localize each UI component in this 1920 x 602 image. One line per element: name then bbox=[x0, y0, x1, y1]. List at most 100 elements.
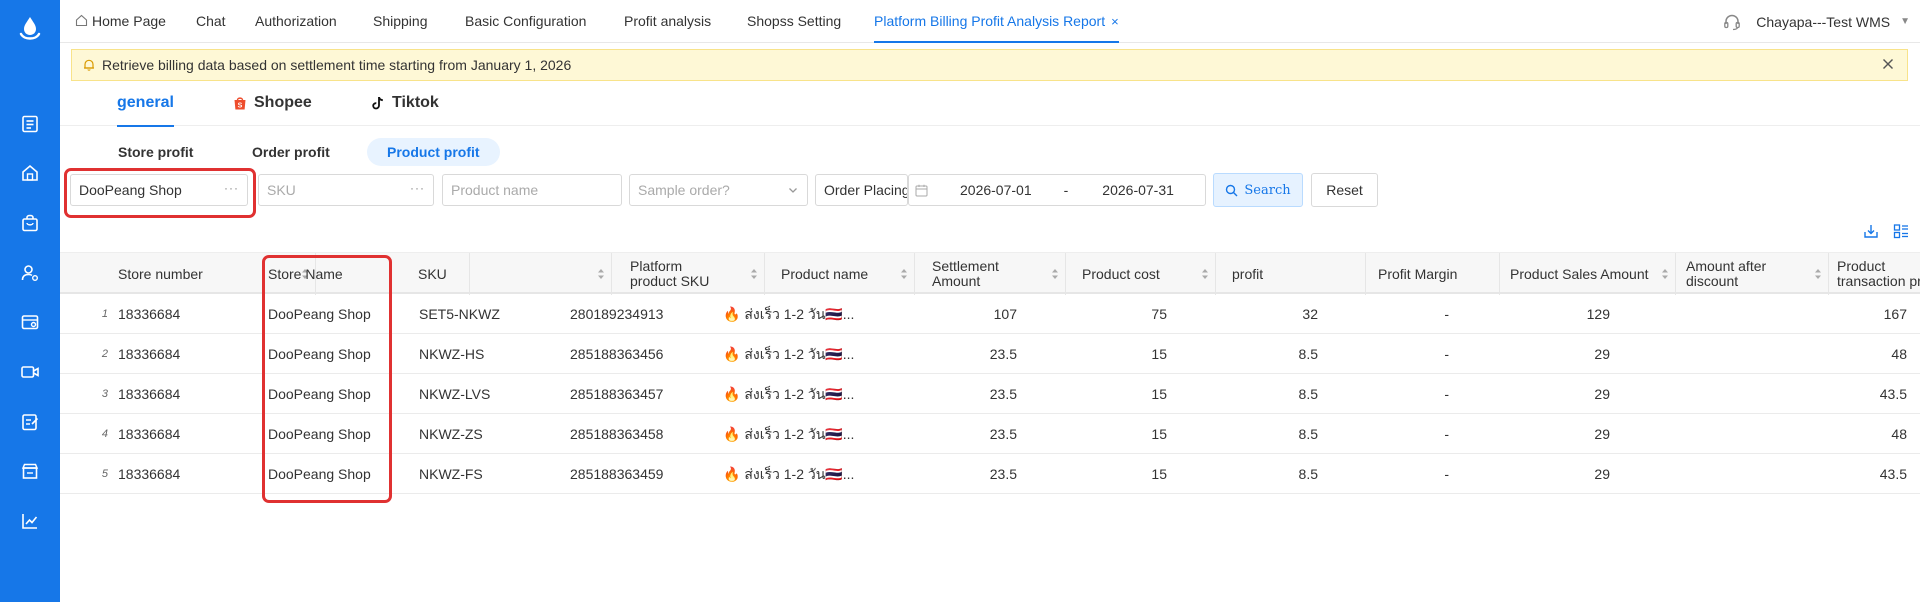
subtab-store-profit[interactable]: Store profit bbox=[98, 138, 213, 166]
store-name-cell: DooPeang Shop bbox=[268, 466, 371, 482]
notice-text: Retrieve billing data based on settlemen… bbox=[102, 57, 572, 73]
sidebar-item-edit[interactable] bbox=[19, 411, 41, 433]
settlement-amount-cell: 107 bbox=[993, 306, 1017, 322]
table-row[interactable]: 2 18336684 DooPeang Shop NKWZ-HS 2851883… bbox=[60, 334, 1920, 374]
date-end[interactable]: 2026-07-31 bbox=[1102, 182, 1174, 198]
sidebar-item-home[interactable] bbox=[19, 162, 41, 184]
sidebar-item-video[interactable] bbox=[19, 361, 41, 383]
sku-cell: NKWZ-HS bbox=[419, 346, 485, 362]
sort-icon[interactable] bbox=[750, 267, 758, 281]
tab-close-icon[interactable]: × bbox=[1111, 14, 1119, 29]
column-header-amount-after-discount[interactable]: Amount after discount bbox=[1676, 253, 1829, 295]
sort-icon[interactable] bbox=[1661, 267, 1669, 281]
column-header-profit[interactable]: profit bbox=[1216, 253, 1366, 295]
column-header-settlement-amount[interactable]: Settlement Amount bbox=[915, 253, 1066, 295]
sort-icon[interactable] bbox=[1051, 267, 1059, 281]
search-icon bbox=[1226, 184, 1238, 196]
calendar-icon bbox=[915, 184, 928, 196]
tab-chat[interactable]: Chat bbox=[196, 0, 226, 43]
reset-button-label: Reset bbox=[1326, 182, 1363, 198]
column-header-profit-margin[interactable]: Profit Margin bbox=[1366, 253, 1500, 295]
profit-cell: 8.5 bbox=[1298, 346, 1318, 362]
tab-shopee[interactable]: S Shopee bbox=[232, 88, 312, 126]
table-row[interactable]: 4 18336684 DooPeang Shop NKWZ-ZS 2851883… bbox=[60, 414, 1920, 454]
column-header-transaction-price[interactable]: Product transaction price bbox=[1829, 253, 1920, 295]
store-select[interactable]: DooPeang Shop ··· bbox=[70, 174, 248, 206]
date-start[interactable]: 2026-07-01 bbox=[960, 182, 1032, 198]
column-header-label: profit bbox=[1232, 265, 1264, 282]
date-separator: - bbox=[1063, 182, 1069, 198]
subtab-product-profit[interactable]: Product profit bbox=[367, 138, 500, 166]
sort-icon[interactable] bbox=[597, 267, 605, 281]
column-header-label: Product Sales Amount bbox=[1510, 265, 1649, 282]
product-profit-table: Store number Store Name SKU Platform pro… bbox=[60, 252, 1920, 494]
column-settings-icon[interactable] bbox=[1893, 223, 1909, 239]
svg-text:S: S bbox=[238, 103, 243, 110]
table-row[interactable]: 3 18336684 DooPeang Shop NKWZ-LVS 285188… bbox=[60, 374, 1920, 414]
shop-icon bbox=[21, 463, 39, 479]
subtab-order-profit[interactable]: Order profit bbox=[232, 138, 350, 166]
tab-shipping[interactable]: Shipping bbox=[373, 0, 428, 43]
headset-icon[interactable] bbox=[1722, 12, 1742, 32]
close-icon[interactable] bbox=[1881, 57, 1895, 71]
tab-tiktok[interactable]: Tiktok bbox=[370, 88, 439, 126]
sort-icon[interactable] bbox=[1201, 267, 1209, 281]
column-header-product-name[interactable]: Product name bbox=[765, 253, 915, 295]
sample-order-input[interactable] bbox=[638, 182, 807, 198]
sort-icon[interactable] bbox=[1814, 267, 1822, 281]
sku-cell: SET5-NKWZ bbox=[419, 306, 500, 322]
tab-label: Shopss Setting bbox=[747, 13, 842, 29]
column-header-product-cost[interactable]: Product cost bbox=[1066, 253, 1216, 295]
more-icon[interactable]: ··· bbox=[224, 181, 239, 195]
tab-general[interactable]: general bbox=[117, 88, 174, 127]
sort-icon[interactable] bbox=[900, 267, 908, 281]
transaction-price-cell: 48 bbox=[1891, 346, 1907, 362]
sidebar bbox=[0, 0, 60, 602]
sample-order-select[interactable] bbox=[629, 174, 808, 206]
tab-label: general bbox=[117, 94, 174, 111]
date-range-picker[interactable]: 2026-07-01 - 2026-07-31 bbox=[908, 174, 1206, 206]
product-name-cell[interactable]: 🔥 ส่งเร็ว 1-2 วัน🇹🇭... bbox=[723, 334, 858, 374]
product-cost-cell: 75 bbox=[1151, 306, 1167, 322]
export-icon[interactable] bbox=[1863, 223, 1879, 239]
column-header-product-sales-amount[interactable]: Product Sales Amount bbox=[1500, 253, 1676, 295]
chevron-down-icon: ▼ bbox=[1900, 16, 1910, 27]
product-name-cell[interactable]: 🔥 ส่งเร็ว 1-2 วัน🇹🇭... bbox=[723, 294, 858, 334]
tab-profit-analysis[interactable]: Profit analysis bbox=[624, 0, 711, 43]
amount-after-discount-cell bbox=[1620, 334, 1760, 374]
product-name-input[interactable] bbox=[451, 182, 621, 198]
table-header: Store number Store Name SKU Platform pro… bbox=[60, 252, 1920, 295]
tab-home-page[interactable]: Home Page bbox=[75, 0, 166, 43]
sidebar-item-documents[interactable] bbox=[19, 113, 41, 135]
sku-input[interactable] bbox=[267, 182, 433, 198]
sidebar-item-analytics[interactable] bbox=[19, 510, 41, 532]
search-button[interactable]: Search bbox=[1213, 173, 1303, 207]
product-name-cell[interactable]: 🔥 ส่งเร็ว 1-2 วัน🇹🇭... bbox=[723, 374, 858, 414]
tab-authorization[interactable]: Authorization bbox=[255, 0, 337, 43]
column-header-sku[interactable]: SKU bbox=[418, 253, 612, 295]
column-header-label: Profit Margin bbox=[1378, 265, 1458, 282]
user-menu[interactable]: Chayapa---Test WMS ▼ bbox=[1722, 0, 1910, 43]
sidebar-item-shop[interactable] bbox=[19, 460, 41, 482]
table-row[interactable]: 5 18336684 DooPeang Shop NKWZ-FS 2851883… bbox=[60, 454, 1920, 494]
table-row[interactable]: 1 18336684 DooPeang Shop SET5-NKWZ 28018… bbox=[60, 294, 1920, 334]
sidebar-item-store-settings[interactable] bbox=[19, 311, 41, 333]
product-name-cell[interactable]: 🔥 ส่งเร็ว 1-2 วัน🇹🇭... bbox=[723, 454, 858, 494]
sku-cell: NKWZ-FS bbox=[419, 466, 483, 482]
reset-button[interactable]: Reset bbox=[1311, 173, 1378, 207]
transaction-price-cell: 167 bbox=[1883, 306, 1907, 322]
tab-shopss-setting[interactable]: Shopss Setting bbox=[747, 0, 841, 43]
tab-basic-configuration[interactable]: Basic Configuration bbox=[465, 0, 586, 43]
column-header-platform-sku[interactable]: Platform product SKU bbox=[613, 253, 765, 295]
sku-select[interactable]: ··· bbox=[258, 174, 434, 206]
column-header-label: Product name bbox=[781, 265, 869, 282]
sidebar-item-users[interactable] bbox=[19, 262, 41, 284]
product-name-cell[interactable]: 🔥 ส่งเร็ว 1-2 วัน🇹🇭... bbox=[723, 414, 858, 454]
product-name-field[interactable] bbox=[442, 174, 622, 206]
tab-label: Shipping bbox=[373, 13, 428, 29]
logo-icon[interactable] bbox=[13, 12, 47, 46]
time-type-select[interactable]: Order Placing bbox=[815, 174, 908, 206]
sidebar-item-orders[interactable] bbox=[19, 212, 41, 234]
tab-platform-billing-report[interactable]: Platform Billing Profit Analysis Report × bbox=[874, 0, 1119, 43]
more-icon[interactable]: ··· bbox=[410, 181, 425, 195]
